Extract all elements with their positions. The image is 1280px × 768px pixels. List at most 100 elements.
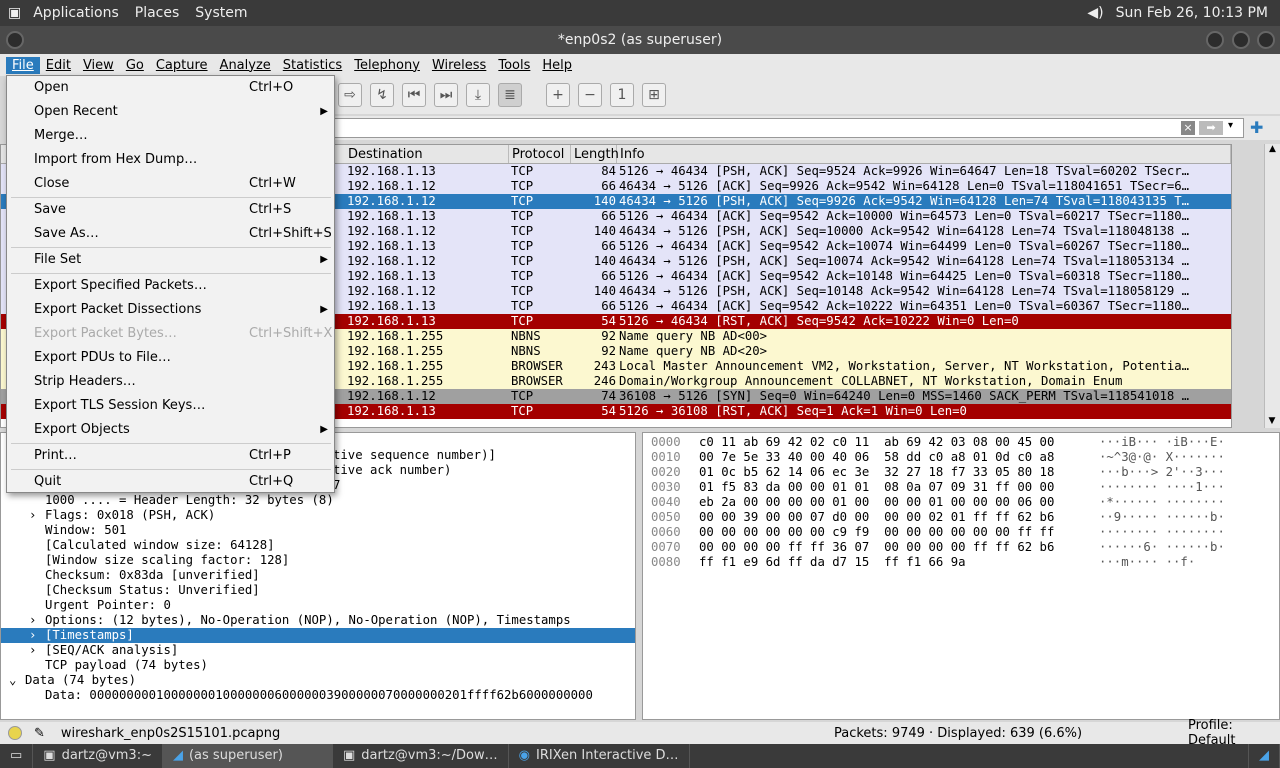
- detail-row[interactable]: Urgent Pointer: 0: [1, 598, 635, 613]
- menu-tools[interactable]: Tools: [492, 57, 536, 74]
- menu-item-save[interactable]: Save Ctrl+S: [7, 198, 334, 222]
- byte-hex[interactable]: ff f1 e9 6d ff da d7 15 ff f1 66 9a: [699, 555, 1099, 570]
- menu-help[interactable]: Help: [536, 57, 578, 74]
- col-length[interactable]: Length: [571, 145, 619, 163]
- comment-icon[interactable]: ✎: [34, 726, 45, 741]
- menu-item-export-packet-dissections[interactable]: Export Packet Dissections ▶: [7, 298, 334, 322]
- add-filter-button-icon[interactable]: ✚: [1250, 118, 1263, 137]
- menu-file[interactable]: File: [6, 56, 40, 74]
- menu-item-save-as[interactable]: Save As… Ctrl+Shift+S: [7, 222, 334, 246]
- detail-row[interactable]: TCP payload (74 bytes): [1, 658, 635, 673]
- task-terminal-2[interactable]: ▣ dartz@vm3:~/Dow…: [333, 744, 509, 768]
- byte-ascii[interactable]: ··9····· ······b·: [1099, 510, 1225, 525]
- detail-row[interactable]: [Checksum Status: Unverified]: [1, 583, 635, 598]
- workspace-switcher[interactable]: ◢: [1248, 744, 1280, 768]
- window-menu-button[interactable]: [6, 31, 24, 49]
- expert-info-icon[interactable]: [8, 726, 22, 740]
- zoom-out-icon[interactable]: −: [578, 83, 602, 107]
- menu-applications[interactable]: Applications: [25, 5, 127, 21]
- resize-columns-icon[interactable]: ⊞: [642, 83, 666, 107]
- autoscroll-icon[interactable]: ⤓: [466, 83, 490, 107]
- first-packet-icon[interactable]: ⏮: [402, 83, 426, 107]
- menu-edit[interactable]: Edit: [40, 57, 77, 74]
- detail-row[interactable]: 1000 .... = Header Length: 32 bytes (8): [1, 493, 635, 508]
- detail-row[interactable]: Data: 0000000001000000010000000600000039…: [1, 688, 635, 703]
- task-terminal-1[interactable]: ▣ dartz@vm3:~: [33, 744, 163, 768]
- computer-icon[interactable]: ▣: [0, 5, 25, 21]
- byte-ascii[interactable]: ········ ····1···: [1099, 480, 1225, 495]
- detail-row[interactable]: › Flags: 0x018 (PSH, ACK): [1, 508, 635, 523]
- menu-item-export-pdus-to-file[interactable]: Export PDUs to File…: [7, 346, 334, 370]
- detail-row[interactable]: [Window size scaling factor: 128]: [1, 553, 635, 568]
- byte-ascii[interactable]: ···iB··· ·iB···E·: [1099, 435, 1225, 450]
- menu-item-export-specified-packets[interactable]: Export Specified Packets…: [7, 274, 334, 298]
- menu-capture[interactable]: Capture: [150, 57, 214, 74]
- menu-analyze[interactable]: Analyze: [214, 57, 277, 74]
- detail-row[interactable]: ⌄ Data (74 bytes): [1, 673, 635, 688]
- byte-hex[interactable]: 00 00 39 00 00 07 d0 00 00 00 02 01 ff f…: [699, 510, 1099, 525]
- col-destination[interactable]: Destination: [345, 145, 509, 163]
- expand-arrow-icon[interactable]: ›: [29, 613, 36, 628]
- byte-ascii[interactable]: ···b···> 2'··3···: [1099, 465, 1225, 480]
- byte-ascii[interactable]: ········ ········: [1099, 525, 1225, 540]
- show-desktop-icon[interactable]: ▭: [0, 744, 34, 768]
- volume-icon[interactable]: ◀): [1087, 5, 1103, 21]
- menu-item-merge[interactable]: Merge…: [7, 124, 334, 148]
- expand-arrow-icon[interactable]: ›: [29, 628, 36, 643]
- detail-row[interactable]: Window: 501: [1, 523, 635, 538]
- byte-hex[interactable]: c0 11 ab 69 42 02 c0 11 ab 69 42 03 08 0…: [699, 435, 1099, 450]
- task-browser[interactable]: ◉ IRIXen Interactive D…: [509, 744, 690, 768]
- last-packet-icon[interactable]: ⏭: [434, 83, 458, 107]
- normal-size-icon[interactable]: 1: [610, 83, 634, 107]
- byte-ascii[interactable]: ······6· ······b·: [1099, 540, 1225, 555]
- menu-item-open-recent[interactable]: Open Recent ▶: [7, 100, 334, 124]
- col-info[interactable]: Info: [617, 145, 1231, 163]
- menu-item-export-tls-session-keys[interactable]: Export TLS Session Keys…: [7, 394, 334, 418]
- menu-wireless[interactable]: Wireless: [426, 57, 492, 74]
- scroll-down-icon[interactable]: ▼: [1265, 416, 1279, 426]
- filter-dropdown-icon[interactable]: ▾: [1228, 120, 1233, 131]
- byte-hex[interactable]: 00 00 00 00 00 00 c9 f9 00 00 00 00 00 0…: [699, 525, 1099, 540]
- byte-ascii[interactable]: ·*······ ········: [1099, 495, 1225, 510]
- close-button[interactable]: [1257, 31, 1275, 49]
- menu-item-open[interactable]: Open Ctrl+O: [7, 76, 334, 100]
- clock[interactable]: Sun Feb 26, 10:13 PM: [1116, 5, 1268, 21]
- scroll-up-icon[interactable]: ▲: [1265, 144, 1280, 154]
- menu-item-quit[interactable]: Quit Ctrl+Q: [7, 470, 334, 494]
- detail-row[interactable]: › [SEQ/ACK analysis]: [1, 643, 635, 658]
- menu-telephony[interactable]: Telephony: [348, 57, 426, 74]
- menu-item-close[interactable]: Close Ctrl+W: [7, 172, 334, 196]
- detail-row[interactable]: › Options: (12 bytes), No-Operation (NOP)…: [1, 613, 635, 628]
- menu-statistics[interactable]: Statistics: [277, 57, 348, 74]
- jump-icon[interactable]: ↯: [370, 83, 394, 107]
- expand-arrow-icon[interactable]: ›: [29, 508, 36, 523]
- menu-item-file-set[interactable]: File Set ▶: [7, 248, 334, 272]
- col-protocol[interactable]: Protocol: [509, 145, 571, 163]
- menu-item-import-from-hex-dump[interactable]: Import from Hex Dump…: [7, 148, 334, 172]
- detail-row[interactable]: › [Timestamps]: [1, 628, 635, 643]
- byte-hex[interactable]: 01 f5 83 da 00 00 01 01 08 0a 07 09 31 f…: [699, 480, 1099, 495]
- byte-hex[interactable]: eb 2a 00 00 00 00 01 00 00 00 01 00 00 0…: [699, 495, 1099, 510]
- colorize-icon[interactable]: ≣: [498, 83, 522, 107]
- menu-item-export-objects[interactable]: Export Objects ▶: [7, 418, 334, 442]
- menu-go[interactable]: Go: [120, 57, 150, 74]
- apply-filter-icon[interactable]: ➡: [1199, 121, 1223, 135]
- byte-ascii[interactable]: ·~^3@·@· X·······: [1099, 450, 1225, 465]
- zoom-in-icon[interactable]: +: [546, 83, 570, 107]
- byte-hex[interactable]: 00 00 00 00 ff ff 36 07 00 00 00 00 ff f…: [699, 540, 1099, 555]
- menu-item-print[interactable]: Print… Ctrl+P: [7, 444, 334, 468]
- detail-row[interactable]: [Calculated window size: 64128]: [1, 538, 635, 553]
- maximize-button[interactable]: [1232, 31, 1250, 49]
- expand-arrow-icon[interactable]: ⌄: [9, 673, 16, 688]
- packet-list-scrollbar[interactable]: ▲ ▼: [1264, 144, 1280, 428]
- menu-view[interactable]: View: [77, 57, 120, 74]
- menu-item-strip-headers[interactable]: Strip Headers…: [7, 370, 334, 394]
- byte-hex[interactable]: 01 0c b5 62 14 06 ec 3e 32 27 18 f7 33 0…: [699, 465, 1099, 480]
- menu-places[interactable]: Places: [127, 5, 188, 21]
- detail-row[interactable]: Checksum: 0x83da [unverified]: [1, 568, 635, 583]
- byte-hex[interactable]: 00 7e 5e 33 40 00 40 06 58 dd c0 a8 01 0…: [699, 450, 1099, 465]
- expand-arrow-icon[interactable]: ›: [29, 643, 36, 658]
- byte-ascii[interactable]: ···m···· ··f·: [1099, 555, 1195, 570]
- menu-system[interactable]: System: [187, 5, 255, 21]
- clear-filter-icon[interactable]: ×: [1181, 121, 1195, 135]
